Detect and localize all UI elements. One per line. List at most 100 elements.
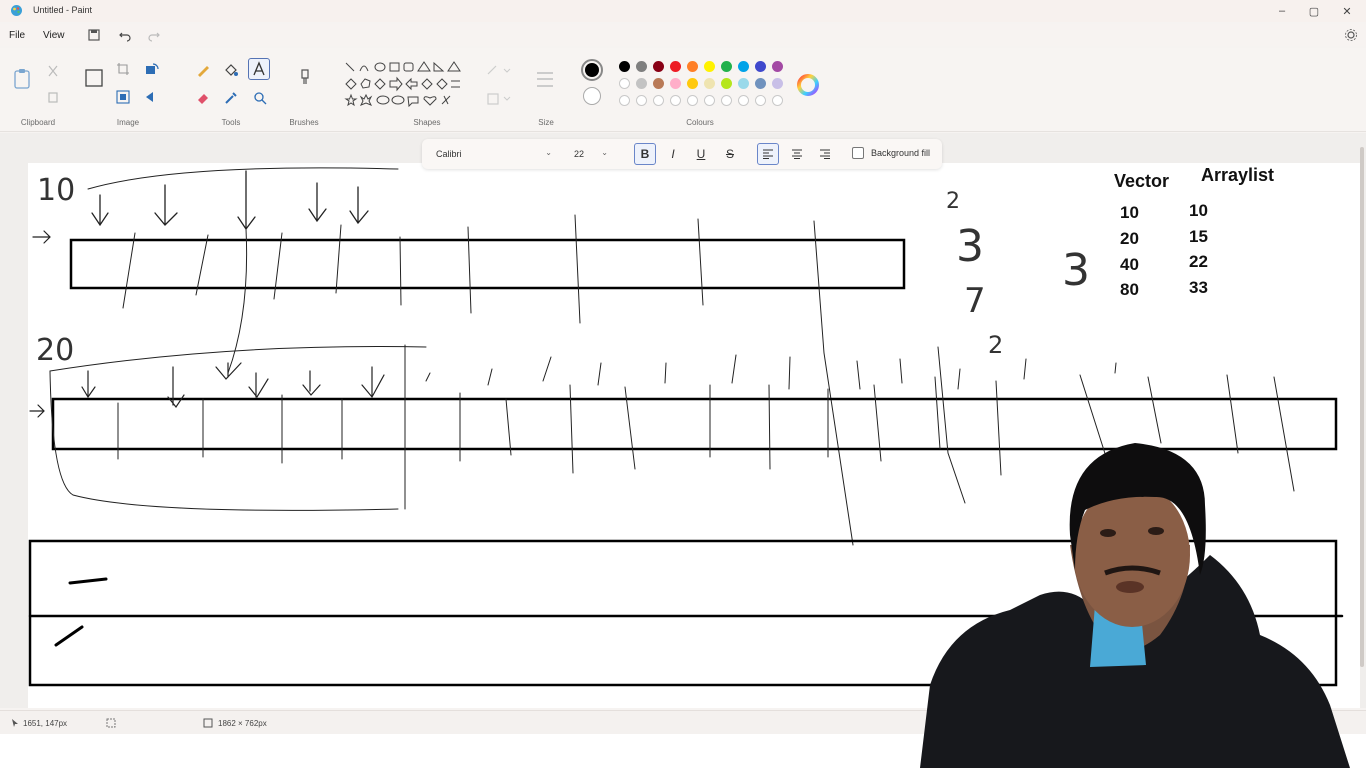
palette-swatch[interactable]	[653, 78, 664, 89]
size-icon[interactable]	[534, 68, 556, 92]
underline-button[interactable]: U	[690, 143, 712, 165]
palette-swatch[interactable]	[636, 78, 647, 89]
palette-swatch[interactable]	[721, 78, 732, 89]
paint-window: Untitled - Paint – ▢ ✕ File View Clipboa…	[0, 0, 1366, 768]
menu-file[interactable]: File	[9, 30, 25, 41]
label-2a: 2	[946, 189, 960, 214]
array-box-top	[69, 238, 906, 290]
palette-swatch[interactable]	[636, 61, 647, 72]
background-fill-checkbox[interactable]	[852, 147, 864, 159]
paint-app-icon	[11, 5, 22, 16]
crop-icon[interactable]	[116, 62, 130, 76]
menu-bar: File View	[0, 24, 1366, 46]
palette-swatch[interactable]	[687, 78, 698, 89]
cut-icon[interactable]	[46, 64, 60, 78]
palette-swatch[interactable]	[755, 61, 766, 72]
redo-icon[interactable]	[147, 28, 161, 42]
cursor-position: 1651, 147px	[23, 719, 68, 728]
custom-color-slot[interactable]	[772, 95, 783, 106]
save-icon[interactable]	[87, 28, 101, 42]
settings-icon[interactable]	[1344, 28, 1358, 42]
italic-button[interactable]: I	[662, 143, 684, 165]
canvas-size: 1862 × 762px	[218, 719, 267, 728]
brace-bottom-loop	[49, 370, 399, 511]
resize-icon[interactable]	[116, 90, 130, 104]
custom-color-slot[interactable]	[704, 95, 715, 106]
strikethrough-button[interactable]: S	[719, 143, 741, 165]
paste-icon[interactable]	[12, 68, 32, 90]
brush-icon[interactable]	[296, 66, 314, 90]
fill-icon[interactable]	[223, 62, 239, 78]
font-size-dropdown[interactable]: 22 ⌄	[568, 144, 612, 164]
text-toolbar: Calibri ⌄ 22 ⌄ B I U S Background fill	[422, 139, 942, 169]
group-label-colours: Colours	[686, 118, 714, 127]
text-tool-button[interactable]	[248, 58, 270, 80]
font-family-dropdown[interactable]: Calibri ⌄	[430, 144, 558, 164]
minimize-button[interactable]: –	[1266, 0, 1298, 22]
custom-color-slot[interactable]	[721, 95, 732, 106]
brace-top	[87, 167, 399, 190]
palette-swatch[interactable]	[721, 61, 732, 72]
copy-icon[interactable]	[46, 90, 60, 104]
vector-value: 80	[1120, 280, 1139, 299]
rotate-icon[interactable]	[144, 62, 160, 76]
custom-color-slot[interactable]	[755, 95, 766, 106]
font-size-value: 22	[574, 149, 585, 159]
palette-swatch[interactable]	[772, 78, 783, 89]
label-3a: 3	[956, 221, 984, 272]
palette-swatch[interactable]	[755, 78, 766, 89]
palette-swatch[interactable]	[687, 61, 698, 72]
custom-color-slot[interactable]	[636, 95, 647, 106]
fill-shape-icon[interactable]	[486, 92, 512, 106]
color-picker-icon[interactable]	[223, 90, 239, 106]
edit-colors-icon[interactable]	[797, 74, 819, 96]
vector-value: 20	[1120, 229, 1139, 248]
align-right-button[interactable]	[814, 143, 836, 165]
palette-swatch[interactable]	[653, 61, 664, 72]
palette-swatch[interactable]	[670, 61, 681, 72]
italic-icon: I	[671, 147, 675, 161]
label-20: 20	[36, 333, 75, 368]
shapes-gallery-icon[interactable]	[344, 60, 468, 108]
bold-button[interactable]: B	[634, 143, 656, 165]
select-icon[interactable]	[84, 68, 104, 88]
palette-swatch[interactable]	[772, 61, 783, 72]
palette-swatch[interactable]	[704, 78, 715, 89]
magnifier-icon[interactable]	[252, 90, 268, 106]
vector-value: 40	[1120, 255, 1139, 274]
background-fill-label: Background fill	[871, 148, 931, 158]
menu-view[interactable]: View	[43, 30, 65, 41]
label-3b: 3	[1062, 245, 1090, 296]
primary-color-selector[interactable]	[581, 59, 603, 81]
label-7: 7	[964, 281, 986, 321]
ribbon: Clipboard Image Tools Brushes Shapes Siz…	[0, 48, 1366, 132]
pencil-icon[interactable]	[195, 62, 211, 78]
align-left-button[interactable]	[757, 143, 779, 165]
palette-swatch[interactable]	[738, 61, 749, 72]
close-icon: ✕	[1342, 5, 1352, 18]
align-center-button[interactable]	[786, 143, 808, 165]
secondary-color-selector[interactable]	[583, 87, 601, 105]
flip-icon[interactable]	[144, 90, 158, 104]
maximize-button[interactable]: ▢	[1298, 0, 1330, 22]
title-bar: Untitled - Paint – ▢ ✕	[0, 0, 1366, 22]
custom-color-slot[interactable]	[738, 95, 749, 106]
palette-swatch[interactable]	[738, 78, 749, 89]
palette-swatch[interactable]	[619, 61, 630, 72]
group-label-brushes: Brushes	[289, 118, 319, 127]
close-button[interactable]: ✕	[1331, 0, 1363, 22]
custom-color-slot[interactable]	[670, 95, 681, 106]
custom-color-slot[interactable]	[619, 95, 630, 106]
palette-swatch[interactable]	[704, 61, 715, 72]
eraser-icon[interactable]	[195, 90, 211, 106]
group-label-shapes: Shapes	[413, 118, 441, 127]
outline-icon[interactable]	[486, 64, 512, 78]
undo-icon[interactable]	[118, 28, 132, 42]
palette-swatch[interactable]	[670, 78, 681, 89]
chevron-down-icon: ⌄	[545, 148, 552, 157]
custom-color-slot[interactable]	[687, 95, 698, 106]
palette-swatch[interactable]	[619, 78, 630, 89]
custom-color-slot[interactable]	[653, 95, 664, 106]
group-label-image: Image	[116, 118, 140, 127]
primary-color-swatch	[585, 63, 599, 77]
